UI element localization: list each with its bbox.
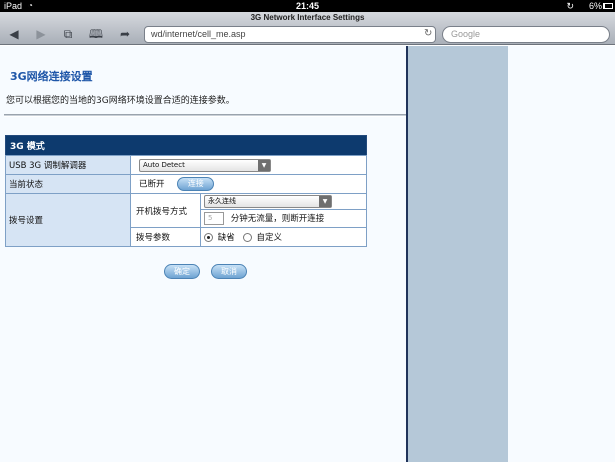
reload-icon[interactable]: ↻	[424, 28, 432, 39]
idle-timeout-cell: 5 分钟无流量，则断开连接	[200, 209, 367, 228]
dial-mode-select[interactable]: 永久连线 ▼	[204, 195, 332, 208]
status-cell: 已断开 连接	[130, 174, 367, 194]
status-bar: iPad ◔ 21:45 ↻ 6%	[0, 0, 615, 12]
bookmarks-icon[interactable]: 🕮	[88, 27, 104, 41]
ok-button[interactable]: 确定	[164, 264, 200, 279]
chevron-down-icon: ▼	[319, 196, 331, 207]
battery-percent: 6%	[588, 1, 602, 11]
idle-minutes-input[interactable]: 5	[204, 212, 224, 225]
modem-cell: Auto Detect ▼	[130, 155, 367, 175]
dial-mode-label: 开机拨号方式	[130, 193, 201, 228]
rotation-lock-icon: ↻	[566, 1, 574, 11]
radio-default-label: 缺省	[217, 233, 235, 243]
browser-page-title: 3G Network Interface Settings	[250, 13, 365, 22]
page-title: 3G网络连接设置	[10, 70, 93, 83]
url-field[interactable]: wd/internet/cell_me.asp	[144, 26, 436, 43]
share-icon[interactable]: ➦	[117, 27, 133, 41]
page-content: 3G网络连接设置 您可以根据您的当地的3G网络环境设置合适的连接参数。 3G 模…	[0, 46, 406, 462]
cancel-button[interactable]: 取消	[211, 264, 247, 279]
settings-table: 3G 模式 USB 3G 调制解调器 Auto Detect ▼ 当前状态 已断…	[5, 135, 367, 247]
battery-icon	[603, 3, 613, 9]
table-header: 3G 模式	[5, 135, 367, 156]
dial-params-label: 拨号参数	[130, 227, 201, 247]
search-input[interactable]: Google	[442, 26, 610, 43]
dial-mode-cell: 永久连线 ▼	[200, 193, 367, 210]
browser-toolbar: 3G Network Interface Settings ◀ ▶ ⧉ 🕮 ➦ …	[0, 12, 615, 45]
pages-icon[interactable]: ⧉	[60, 27, 76, 41]
connect-button[interactable]: 连接	[177, 177, 215, 191]
modem-select[interactable]: Auto Detect ▼	[139, 158, 271, 172]
right-blank-area	[508, 46, 615, 462]
radio-custom-label: 自定义	[256, 233, 283, 243]
clock: 21:45	[295, 1, 320, 11]
chevron-down-icon: ▼	[258, 159, 270, 171]
dial-mode-select-value: 永久连线	[208, 197, 236, 205]
modem-label: USB 3G 调制解调器	[5, 155, 131, 175]
forward-arrow-icon[interactable]: ▶	[33, 27, 49, 41]
status-value: 已断开	[139, 179, 165, 190]
page-description: 您可以根据您的当地的3G网络环境设置合适的连接参数。	[6, 96, 235, 106]
divider	[4, 114, 406, 117]
radio-custom[interactable]	[242, 233, 252, 242]
back-arrow-icon[interactable]: ◀	[6, 27, 22, 41]
side-panel	[408, 46, 508, 462]
idle-timeout-text: 分钟无流量，则断开连接	[230, 214, 325, 224]
modem-select-value: Auto Detect	[143, 160, 185, 169]
dial-params-cell: 缺省 自定义	[200, 227, 367, 247]
status-label: 当前状态	[5, 174, 131, 194]
dial-settings-label: 拨号设置	[5, 193, 131, 247]
radio-default[interactable]	[204, 233, 213, 242]
